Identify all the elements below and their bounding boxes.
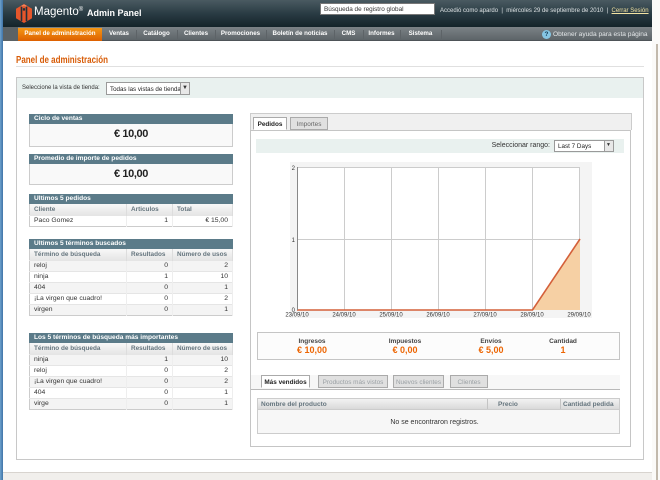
svg-text:29/09/10: 29/09/10 — [567, 313, 591, 319]
svg-text:27/09/10: 27/09/10 — [473, 313, 497, 319]
svg-text:25/09/10: 25/09/10 — [379, 313, 403, 319]
svg-text:28/09/10: 28/09/10 — [520, 313, 544, 319]
svg-text:26/09/10: 26/09/10 — [426, 313, 450, 319]
svg-text:23/09/10: 23/09/10 — [285, 313, 309, 319]
svg-text:24/09/10: 24/09/10 — [332, 313, 356, 319]
